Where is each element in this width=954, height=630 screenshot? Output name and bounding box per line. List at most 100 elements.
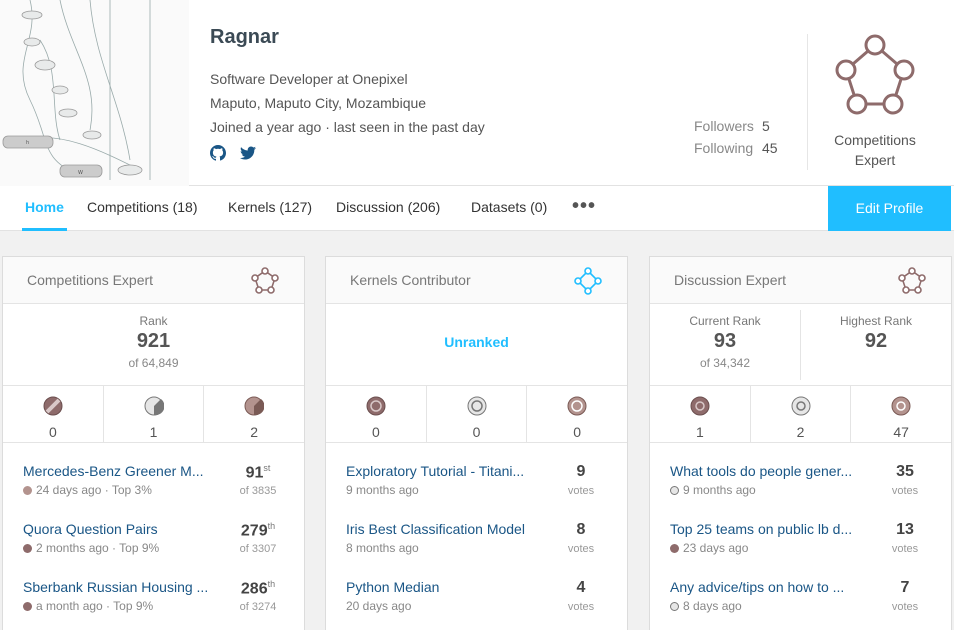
twitter-icon[interactable] [240, 145, 256, 161]
rank-total: of 64,849 [128, 356, 179, 370]
item-rank: 91st [228, 463, 288, 482]
item-votes-label: votes [567, 485, 595, 497]
current-rank: Current Rank 93 of 34,342 [650, 304, 800, 386]
list-item[interactable]: Quora Question Pairs 2 months ago · Top … [3, 521, 304, 571]
list-item[interactable]: Python Median 20 days ago 4 votes [326, 579, 627, 629]
item-title[interactable]: Sberbank Russian Housing ... [23, 579, 223, 595]
profile-header: h W Ragnar Software Developer at Onepixe… [0, 0, 954, 186]
item-title[interactable]: What tools do people gener... [670, 463, 870, 479]
item-rank-suffix: th [267, 579, 276, 589]
item-sub: 9 months ago [346, 483, 419, 497]
item-rank: 286th [228, 579, 288, 598]
more-icon[interactable]: ••• [572, 186, 596, 231]
following-row[interactable]: Following 45 [694, 140, 778, 156]
item-votes-label: votes [891, 601, 919, 613]
card-title: Kernels Contributor [350, 272, 471, 288]
github-icon[interactable] [210, 145, 226, 161]
item-votes-label: votes [567, 601, 595, 613]
item-rank-value: 91 [245, 464, 264, 482]
medal-dot-icon [23, 602, 32, 611]
edit-profile-button[interactable]: Edit Profile [828, 186, 951, 231]
item-sub: 2 months ago · Top 9% [36, 541, 160, 555]
list-item[interactable]: Exploratory Tutorial - Titani... 9 month… [326, 463, 627, 513]
item-votes-label: votes [891, 485, 919, 497]
item-meta: 2 months ago · Top 9% [23, 541, 159, 555]
medal-counts: 0 0 0 [326, 386, 627, 443]
item-rank-value: 279 [240, 522, 268, 540]
item-title[interactable]: Python Median [346, 579, 546, 595]
bronze-medal-count: 0 [573, 424, 582, 440]
item-title[interactable]: Quora Question Pairs [23, 521, 223, 537]
item-title[interactable]: Iris Best Classification Model [346, 521, 546, 537]
list-item[interactable]: What tools do people gener... 9 months a… [650, 463, 951, 513]
medal-dot-icon [23, 486, 32, 495]
item-sub: 9 months ago [683, 483, 756, 497]
item-title[interactable]: Exploratory Tutorial - Titani... [346, 463, 546, 479]
tab-discussion[interactable]: Discussion (206) [336, 186, 440, 231]
item-votes: 35 [896, 463, 914, 480]
discussion-tier-icon [897, 266, 927, 301]
list-item[interactable]: Top 25 teams on public lb d... 23 days a… [650, 521, 951, 571]
unranked-label: Unranked [444, 334, 509, 350]
tab-home[interactable]: Home [22, 186, 67, 231]
card-header: Kernels Contributor [326, 257, 627, 304]
item-meta: a month ago · Top 9% [23, 599, 153, 613]
rank-label: Rank [139, 314, 168, 328]
item-title[interactable]: Any advice/tips on how to ... [670, 579, 870, 595]
gold-medal-count: 0 [48, 424, 57, 440]
list-item[interactable]: Iris Best Classification Model 8 months … [326, 521, 627, 571]
item-meta: 8 days ago [670, 599, 742, 613]
rank-value: 921 [136, 330, 171, 352]
item-title[interactable]: Top 25 teams on public lb d... [670, 521, 870, 537]
competitions-tier-icon [250, 266, 280, 301]
svg-text:h: h [26, 140, 29, 146]
social-links [210, 145, 256, 161]
rank-box: Rank 921 of 64,849 [3, 304, 304, 386]
item-rank: 279th [228, 521, 288, 540]
gold-medal-count: 1 [695, 424, 704, 440]
silver-medal: 1 [104, 386, 205, 442]
svg-text:W: W [78, 170, 83, 176]
item-rank-value: 286 [240, 580, 268, 598]
item-meta: 24 days ago · Top 3% [23, 483, 152, 497]
silver-medal: 0 [427, 386, 528, 442]
list-item[interactable]: Sberbank Russian Housing ... a month ago… [3, 579, 304, 629]
tier-label: Competitions Expert [834, 132, 916, 168]
followers-label: Followers [694, 118, 754, 134]
followers-row[interactable]: Followers 5 [694, 118, 770, 134]
current-rank-total: of 34,342 [699, 356, 751, 370]
competitions-expert-icon [830, 34, 920, 125]
item-title[interactable]: Mercedes-Benz Greener M... [23, 463, 223, 479]
list-item[interactable]: Any advice/tips on how to ... 8 days ago… [650, 579, 951, 629]
tab-competitions[interactable]: Competitions (18) [87, 186, 198, 231]
item-rank-suffix: st [263, 463, 271, 473]
item-sub: 8 months ago [346, 541, 419, 555]
gold-medal: 0 [3, 386, 104, 442]
profile-cover-image: h W [0, 0, 189, 186]
kernels-tier-icon [573, 266, 603, 301]
bronze-medal: 2 [204, 386, 304, 442]
item-votes-label: votes [891, 543, 919, 555]
item-votes: 4 [576, 579, 586, 596]
highest-rank-label: Highest Rank [839, 314, 913, 328]
bronze-medal: 47 [851, 386, 951, 442]
silver-medal-count: 0 [472, 424, 481, 440]
card-title: Discussion Expert [674, 272, 787, 288]
bronze-medal-count: 2 [250, 424, 259, 440]
card-header: Competitions Expert [3, 257, 304, 304]
medal-dot-icon [23, 544, 32, 553]
tab-kernels[interactable]: Kernels (127) [228, 186, 312, 231]
list-item[interactable]: Mercedes-Benz Greener M... 24 days ago ·… [3, 463, 304, 513]
medal-counts: 0 1 2 [3, 386, 304, 443]
item-votes: 13 [896, 521, 914, 538]
item-sub: 20 days ago [346, 599, 412, 613]
item-meta: 23 days ago [670, 541, 748, 555]
rank-box: Unranked [326, 304, 627, 386]
card-title: Competitions Expert [27, 272, 154, 288]
tab-datasets[interactable]: Datasets (0) [471, 186, 547, 231]
item-sub: a month ago · Top 9% [36, 599, 154, 613]
medal-counts: 1 2 47 [650, 386, 951, 443]
item-sub: 23 days ago [683, 541, 749, 555]
profile-name: Ragnar [210, 26, 279, 48]
silver-medal-count: 2 [796, 424, 805, 440]
